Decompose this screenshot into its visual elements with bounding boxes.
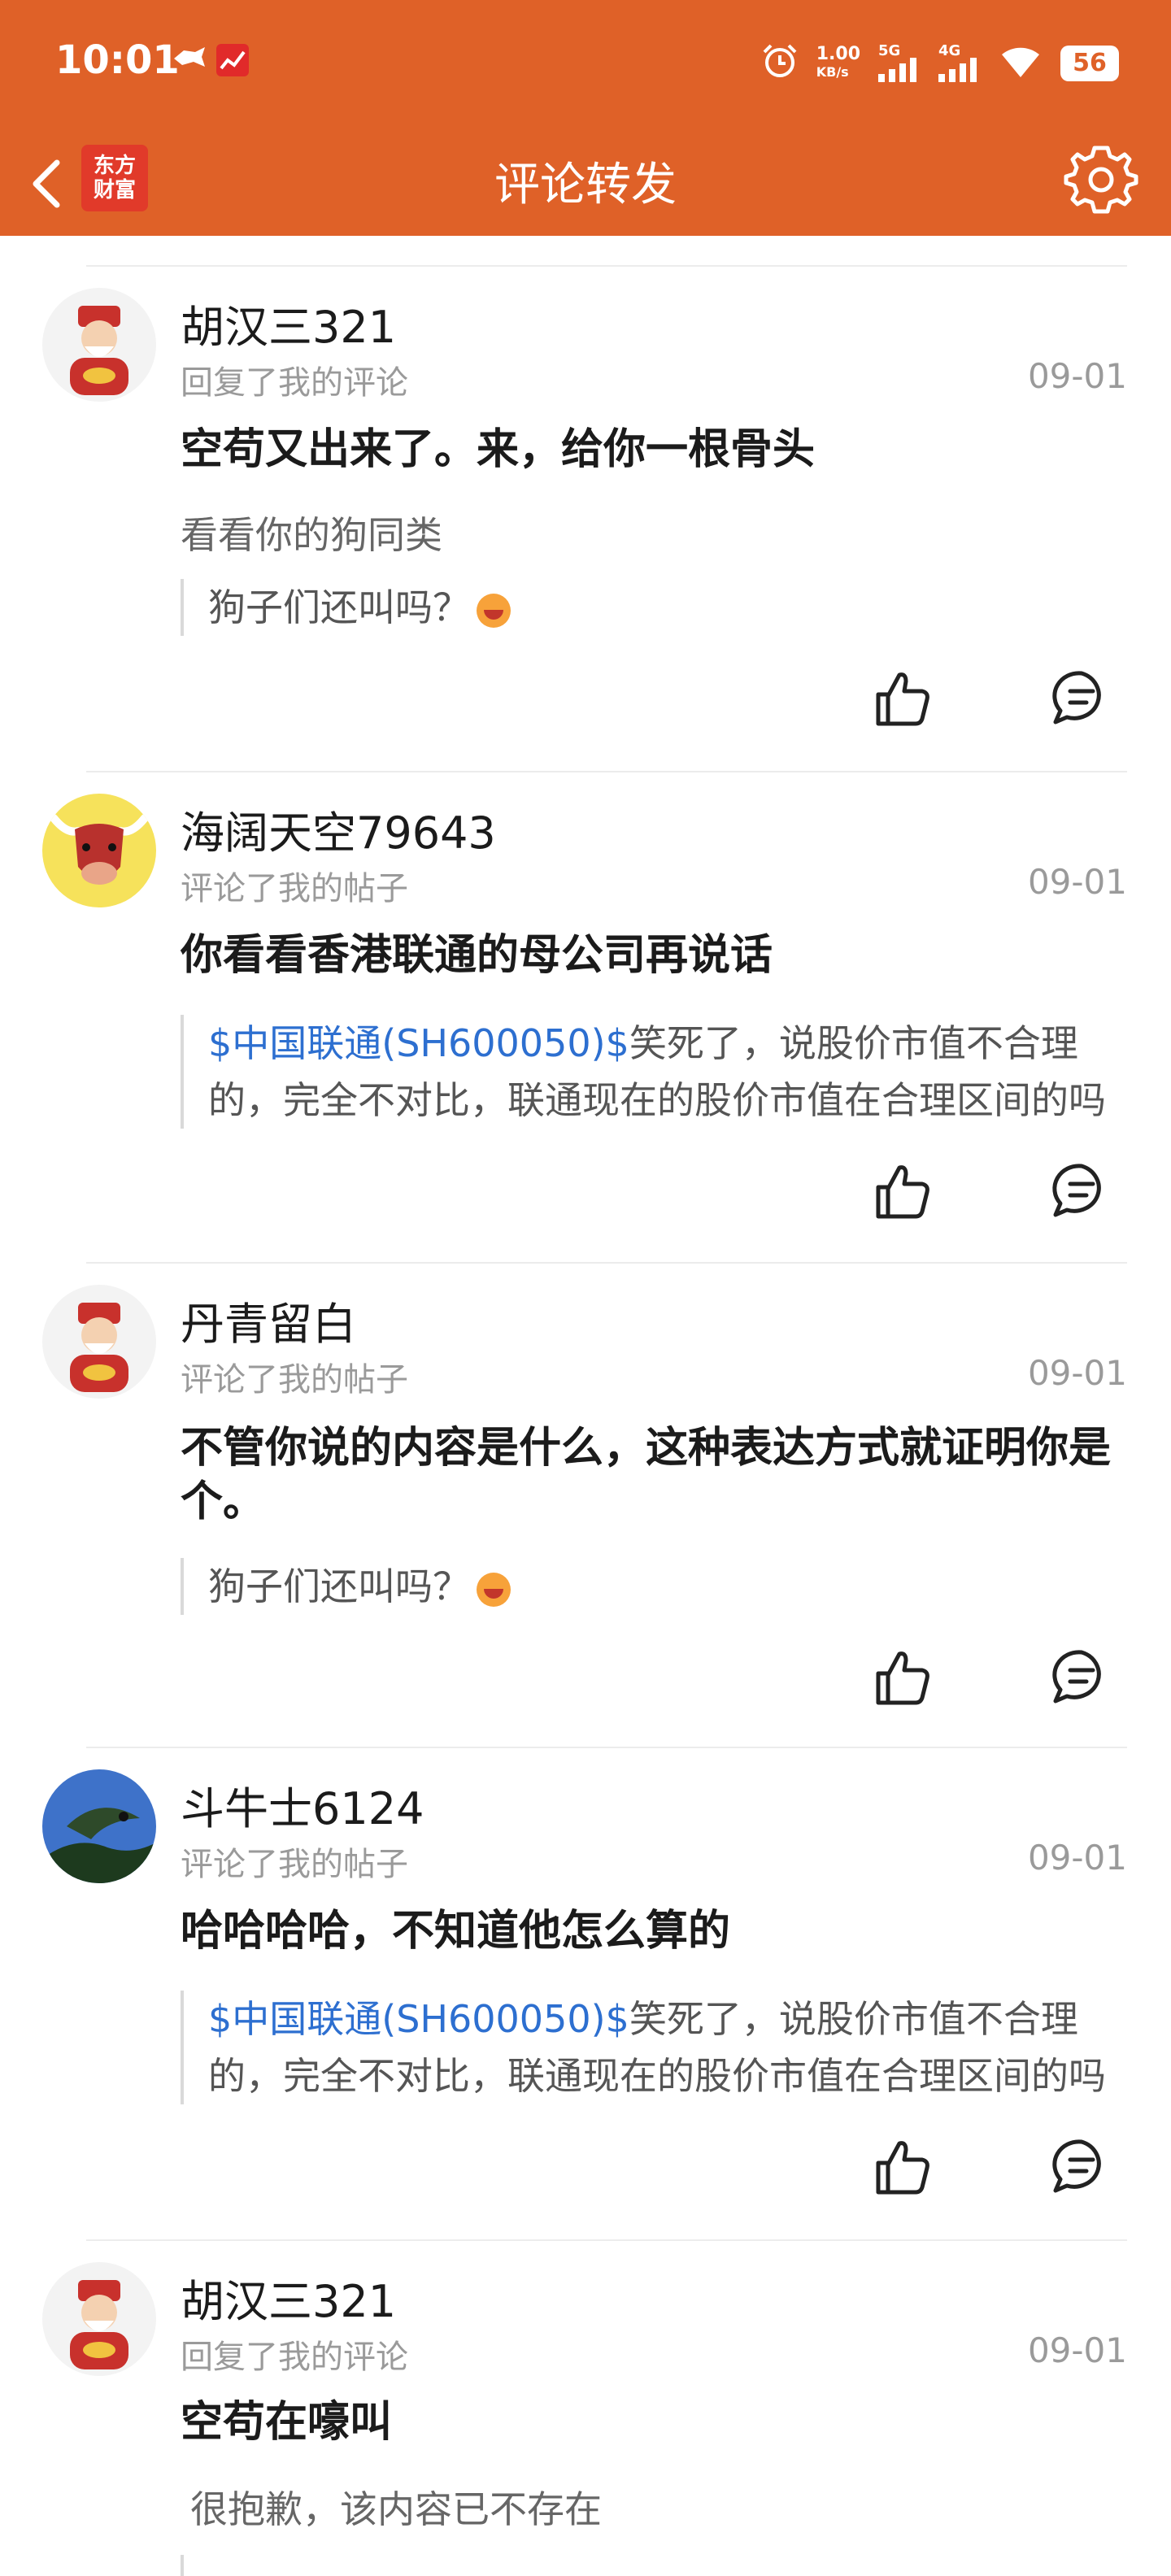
alarm-icon — [761, 42, 799, 85]
comment-text[interactable]: 空苟在嚎叫 — [181, 2395, 1127, 2449]
comment-bubble-icon — [1052, 1164, 1101, 1217]
user-name[interactable]: 胡汉三321 — [181, 291, 396, 355]
net-speed-value: 1.00 — [816, 44, 860, 64]
like-button[interactable] — [870, 1158, 935, 1223]
page-title: 评论转发 — [494, 159, 677, 211]
comment-action: 评论了我的帖子 — [181, 1361, 408, 1399]
comment-date: 09-01 — [1027, 1353, 1127, 1393]
net-speed-unit: KB/s — [816, 64, 849, 80]
reply-button[interactable] — [1049, 1158, 1114, 1223]
reply-button[interactable] — [1049, 665, 1114, 730]
bird-avatar[interactable] — [42, 1769, 156, 1883]
like-button[interactable] — [870, 665, 935, 730]
reply-button[interactable] — [1049, 2134, 1114, 2199]
thumbs-up-icon — [876, 1651, 929, 1705]
comment-action: 评论了我的帖子 — [181, 870, 408, 907]
thumbs-up-icon — [876, 1165, 929, 1219]
comment-text[interactable]: 哈哈哈哈，不知道他怎么算的 — [181, 1904, 1127, 1958]
comment-date: 09-01 — [1027, 356, 1127, 396]
stock-link[interactable]: $中国联通(SH600050)$ — [208, 1997, 629, 2041]
fish-app-icon — [172, 44, 208, 75]
comment-bubble-icon — [1052, 671, 1101, 724]
stock-link[interactable]: $中国联通(SH600050)$ — [208, 1021, 629, 1065]
quoted-text: 狗子们还叫吗？ — [208, 1564, 470, 1608]
bull-avatar[interactable] — [42, 794, 156, 907]
deleted-notice: 很抱歉，该内容已不存在 — [190, 2487, 602, 2531]
comment-date: 09-01 — [1027, 862, 1127, 902]
stock-app-icon — [216, 44, 249, 80]
wifi-icon — [999, 43, 1043, 84]
caishen-avatar[interactable] — [42, 2262, 156, 2376]
thumbs-up-icon — [876, 2141, 929, 2195]
comment-date: 09-01 — [1027, 1838, 1127, 1878]
quoted-post[interactable]: 狗子们还叫吗？ — [181, 579, 1127, 636]
clock: 10:01 — [55, 37, 180, 83]
quoted-post[interactable]: 狗子们还叫吗？ — [181, 1558, 1127, 1615]
reply-button[interactable] — [1049, 1644, 1114, 1709]
signal-4g-label: 4G — [938, 42, 961, 59]
quoted-post[interactable]: $中国联通(SH600050)$笑死了，说股价市值不合理的，完全不对比，联通现在… — [181, 1015, 1127, 1129]
settings-button[interactable] — [1060, 138, 1142, 220]
caishen-avatar[interactable] — [42, 288, 156, 402]
user-name[interactable]: 丹青留白 — [181, 1288, 356, 1352]
user-name[interactable]: 海阔天空79643 — [181, 797, 496, 861]
comment-action: 回复了我的评论 — [181, 364, 408, 402]
like-button[interactable] — [870, 1644, 935, 1709]
divider — [86, 771, 1127, 772]
quoted-text: 狗子们还叫吗？ — [208, 585, 470, 629]
comment-date: 09-01 — [1027, 2330, 1127, 2370]
comment-bubble-icon — [1052, 1650, 1101, 1704]
user-name[interactable]: 胡汉三321 — [181, 2265, 396, 2330]
signal-4g-icon: 4G — [938, 42, 981, 82]
comment-bubble-icon — [1052, 2139, 1101, 2193]
quoted-post[interactable]: $中国联通(SH600050)$笑死了，说股价市值不合理的，完全不对比，联通现在… — [181, 1991, 1127, 2104]
divider — [86, 265, 1127, 267]
comment-action: 回复了我的评论 — [181, 2339, 408, 2376]
laughing-emoji-icon — [477, 1572, 511, 1607]
comment-text[interactable]: 你看看香港联通的母公司再说话 — [181, 929, 1127, 982]
comment-subtext: 看看你的狗同类 — [181, 513, 442, 557]
status-bar: 10:01 1.00 KB/s 5G 4G 56 — [0, 0, 1171, 130]
caishen-avatar[interactable] — [42, 1285, 156, 1399]
gear-icon — [1064, 146, 1138, 214]
signal-5g-icon: 5G — [878, 42, 921, 82]
user-name[interactable]: 斗牛士6124 — [181, 1773, 424, 1837]
divider — [86, 1747, 1127, 1748]
comment-text[interactable]: 空苟又出来了。来，给你一根骨头 — [181, 423, 1127, 476]
top-bar: 10:01 1.00 KB/s 5G 4G 56 东方 财富 评论转发 — [0, 0, 1171, 236]
divider — [86, 1262, 1127, 1264]
battery-indicator: 56 — [1060, 46, 1119, 81]
signal-5g-label: 5G — [878, 42, 901, 59]
quoted-post — [181, 2555, 1127, 2576]
thumbs-up-icon — [876, 672, 929, 726]
laughing-emoji-icon — [477, 593, 511, 628]
comment-action: 评论了我的帖子 — [181, 1846, 408, 1883]
comment-text[interactable]: 不管你说的内容是什么，这种表达方式就证明你是个。 — [181, 1421, 1127, 1529]
net-speed: 1.00 KB/s — [816, 46, 860, 81]
like-button[interactable] — [870, 2134, 935, 2199]
nav-bar: 东方 财富 评论转发 — [0, 138, 1171, 236]
divider — [86, 2239, 1127, 2241]
status-right: 1.00 KB/s 5G 4G 56 — [761, 42, 1119, 85]
